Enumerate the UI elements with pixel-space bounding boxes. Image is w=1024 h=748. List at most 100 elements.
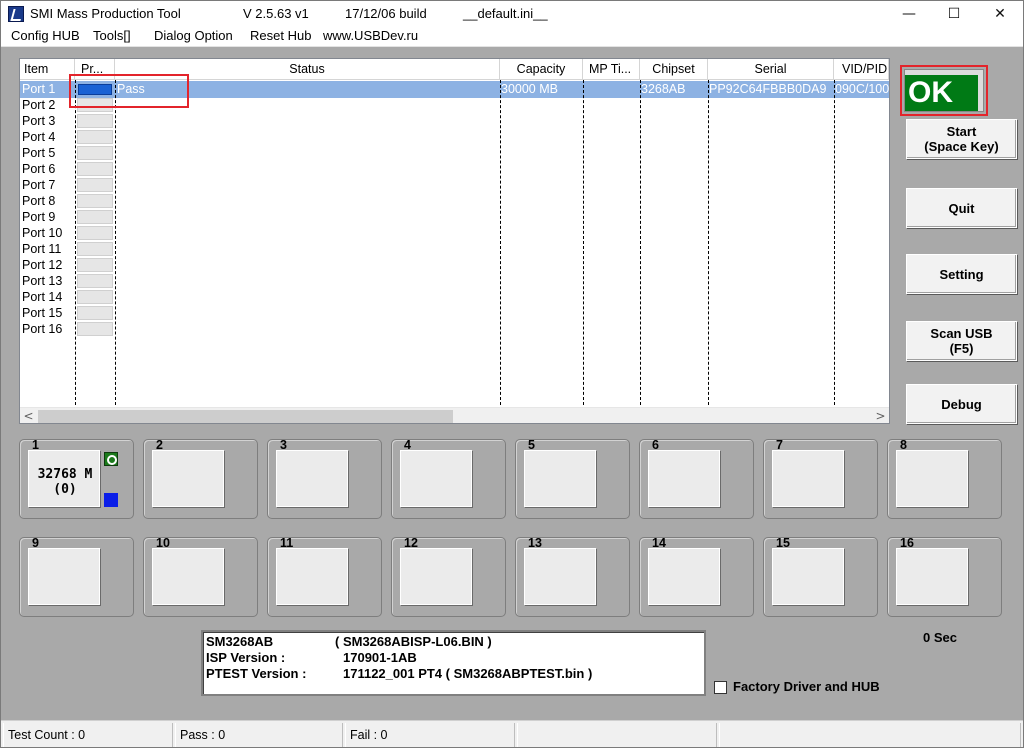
title-bar: SMI Mass Production Tool V 2.5.63 v1 17/… [1, 1, 1023, 27]
row-port-label[interactable]: Port 15 [22, 305, 74, 321]
row-port-label[interactable]: Port 16 [22, 321, 74, 337]
port-capacity-text: 32768 M (0) [29, 467, 101, 497]
row-port-label[interactable]: Port 9 [22, 209, 74, 225]
menu-bar: Config HUB Tools[] Dialog Option Reset H… [1, 27, 1023, 47]
chip-isp-file: ( SM3268ABISP-L06.BIN ) [335, 634, 492, 649]
menu-usbdev-link[interactable]: www.USBDev.ru [323, 28, 418, 43]
port-status-box[interactable] [28, 548, 100, 605]
chip-model: SM3268AB [206, 634, 274, 649]
scroll-right-arrow-icon[interactable]: > [872, 408, 889, 423]
row-port-label[interactable]: Port 14 [22, 289, 74, 305]
row-progress-cell [77, 242, 113, 256]
port-status-box[interactable] [152, 450, 224, 507]
row-port-label[interactable]: Port 1 [22, 81, 74, 97]
factory-driver-label[interactable]: Factory Driver and HUB [733, 679, 880, 694]
port-status-box[interactable]: 32768 M (0) [28, 450, 100, 507]
row-progress-cell [77, 322, 113, 336]
row-port-label[interactable]: Port 13 [22, 273, 74, 289]
horizontal-scrollbar[interactable]: < > [20, 407, 889, 423]
maximize-button[interactable]: ☐ [931, 1, 977, 27]
port-panel: 12 [391, 536, 506, 617]
column-header-serial[interactable]: Serial [708, 59, 834, 79]
ptest-version-value: 171122_001 PT4 ( SM3268ABPTEST.bin ) [343, 666, 593, 681]
port-capacity-value: 32768 M [37, 467, 93, 482]
quit-button[interactable]: Quit [906, 188, 1017, 228]
port-status-box[interactable] [896, 548, 968, 605]
port-status-box[interactable] [152, 548, 224, 605]
row-port-label[interactable]: Port 12 [22, 257, 74, 273]
close-button[interactable]: ✕ [977, 1, 1023, 27]
scrollbar-thumb[interactable] [38, 410, 453, 423]
port-status-box[interactable] [524, 548, 596, 605]
row-port-label[interactable]: Port 7 [22, 177, 74, 193]
port-status-box[interactable] [524, 450, 596, 507]
scan-usb-button[interactable]: Scan USB (F5) [906, 321, 1017, 361]
ptest-version-label: PTEST Version : [206, 666, 307, 681]
firmware-info-box: SM3268AB ( SM3268ABISP-L06.BIN ) ISP Ver… [201, 630, 706, 696]
status-fail: Fail : 0 [345, 723, 515, 747]
port-status-box[interactable] [400, 450, 472, 507]
menu-config-hub[interactable]: Config HUB [11, 28, 80, 43]
port-status-box[interactable] [772, 548, 844, 605]
column-header-mp-time[interactable]: MP Ti... [583, 59, 640, 79]
isp-version-value: 170901-1AB [343, 650, 417, 665]
menu-tools[interactable]: Tools[] [93, 28, 131, 43]
window-title: SMI Mass Production Tool [30, 6, 181, 21]
row-progress-cell [77, 274, 113, 288]
status-pane-empty [517, 723, 717, 747]
port-panel: 3 [267, 438, 382, 519]
row-port-label[interactable]: Port 2 [22, 97, 74, 113]
port-status-box[interactable] [896, 450, 968, 507]
start-button[interactable]: Start (Space Key) [906, 119, 1017, 159]
row-progress-cell [77, 146, 113, 160]
menu-reset-hub[interactable]: Reset Hub [250, 28, 311, 43]
port-status-box[interactable] [772, 450, 844, 507]
port-status-box[interactable] [648, 548, 720, 605]
debug-button[interactable]: Debug [906, 384, 1017, 424]
port-panel: 16 [887, 536, 1002, 617]
port-panel: 15 [763, 536, 878, 617]
row-progress-cell [77, 226, 113, 240]
column-header-chipset[interactable]: Chipset [640, 59, 708, 79]
port-panel: 13 [515, 536, 630, 617]
row-capacity: 30000 MB [501, 82, 558, 96]
column-divider [640, 80, 641, 410]
row-port-label[interactable]: Port 3 [22, 113, 74, 129]
row-port-label[interactable]: Port 10 [22, 225, 74, 241]
row-progress-cell [77, 290, 113, 304]
minimize-button[interactable]: — [886, 1, 932, 27]
column-header-item[interactable]: Item [20, 59, 75, 79]
row-progress-cell [77, 306, 113, 320]
ini-file-label: __default.ini__ [463, 6, 548, 21]
setting-button[interactable]: Setting [906, 254, 1017, 294]
row-progress-cell [77, 130, 113, 144]
factory-driver-checkbox[interactable] [714, 681, 727, 694]
port-status-box[interactable] [276, 548, 348, 605]
menu-dialog-option[interactable]: Dialog Option [154, 28, 233, 43]
port-panel: 5 [515, 438, 630, 519]
app-icon [8, 6, 24, 22]
version-label: V 2.5.63 v1 [243, 6, 309, 21]
app-window: SMI Mass Production Tool V 2.5.63 v1 17/… [0, 0, 1024, 748]
scroll-left-arrow-icon[interactable]: < [20, 408, 37, 423]
column-header-vid-pid[interactable]: VID/PID [834, 59, 889, 79]
activity-led-icon [104, 493, 118, 507]
highlight-box [69, 74, 189, 108]
row-port-label[interactable]: Port 6 [22, 161, 74, 177]
port-list-view[interactable]: Item Pr... Status Capacity MP Ti... Chip… [19, 58, 890, 424]
port-status-box[interactable] [648, 450, 720, 507]
ok-result-indicator: OK [905, 75, 978, 111]
column-header-capacity[interactable]: Capacity [500, 59, 583, 79]
row-port-label[interactable]: Port 5 [22, 145, 74, 161]
status-pass: Pass : 0 [175, 723, 343, 747]
port-status-box[interactable] [276, 450, 348, 507]
row-progress-cell [77, 210, 113, 224]
row-port-label[interactable]: Port 11 [22, 241, 74, 257]
column-divider [834, 80, 835, 410]
row-port-label[interactable]: Port 8 [22, 193, 74, 209]
row-port-label[interactable]: Port 4 [22, 129, 74, 145]
row-progress-cell [77, 178, 113, 192]
row-vid-pid: 090C/100 [835, 82, 889, 96]
port-panel: 4 [391, 438, 506, 519]
port-status-box[interactable] [400, 548, 472, 605]
